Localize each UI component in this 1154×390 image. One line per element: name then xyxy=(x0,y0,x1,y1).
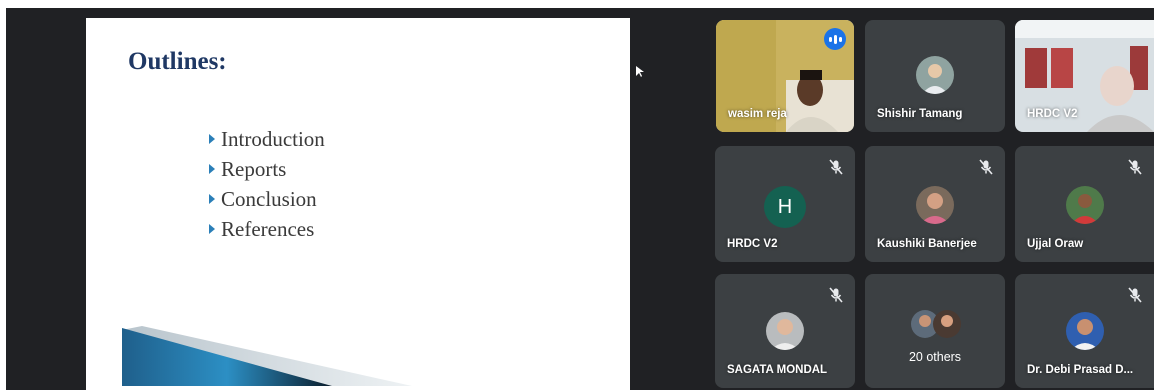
slide-decoration xyxy=(122,326,412,386)
participant-name: wasim reja xyxy=(728,108,787,120)
participant-name: HRDC V2 xyxy=(727,238,778,250)
slide-title: Outlines: xyxy=(128,48,227,75)
meeting-view: Outlines: Introduction Reports Conclusio… xyxy=(6,8,1154,390)
others-count: 20 others xyxy=(908,350,962,364)
slide-bullet: Conclusion xyxy=(209,184,325,214)
participant-tile[interactable]: SAGATA MONDAL xyxy=(715,274,855,388)
slide-bullet: Reports xyxy=(209,154,325,184)
avatar: H xyxy=(764,186,806,228)
avatar xyxy=(1065,186,1104,224)
slide-bullet-list: Introduction Reports Conclusion Referenc… xyxy=(209,124,325,244)
mic-off-icon xyxy=(829,287,843,303)
slide-bullet-text: Conclusion xyxy=(221,187,317,211)
participant-name: Kaushiki Banerjee xyxy=(877,238,977,250)
participant-name: Dr. Debi Prasad D... xyxy=(1027,364,1134,376)
mic-off-icon xyxy=(979,159,993,175)
participant-tile[interactable]: wasim reja xyxy=(716,20,854,132)
participant-tile[interactable]: Shishir Tamang xyxy=(865,20,1005,132)
participant-tile[interactable]: Kaushiki Banerjee xyxy=(865,146,1005,262)
participant-tile[interactable]: HRDC V2 xyxy=(1015,20,1154,132)
participant-name: HRDC V2 xyxy=(1027,108,1078,120)
participant-tile[interactable]: Dr. Debi Prasad D... xyxy=(1015,274,1154,388)
others-avatars xyxy=(911,310,961,338)
triangle-bullet-icon xyxy=(209,164,215,174)
slide-bullet-text: Reports xyxy=(221,157,287,181)
slide-bullet-text: Introduction xyxy=(221,127,325,151)
triangle-bullet-icon xyxy=(209,224,215,234)
mic-off-icon xyxy=(1128,159,1142,175)
avatar xyxy=(766,312,804,350)
participant-tile[interactable]: H HRDC V2 xyxy=(715,146,855,262)
slide-bullet: Introduction xyxy=(209,124,325,154)
participant-tile[interactable]: Ujjal Oraw xyxy=(1015,146,1154,262)
others-tile[interactable]: 20 others xyxy=(865,274,1005,388)
participant-name: Ujjal Oraw xyxy=(1027,238,1084,250)
audio-level-icon xyxy=(824,28,846,50)
triangle-bullet-icon xyxy=(209,194,215,204)
participant-name: SAGATA MONDAL xyxy=(727,364,828,376)
mic-off-icon xyxy=(829,159,843,175)
triangle-bullet-icon xyxy=(209,134,215,144)
participant-name: Shishir Tamang xyxy=(877,108,963,120)
mic-off-icon xyxy=(1128,287,1142,303)
presentation-slide: Outlines: Introduction Reports Conclusio… xyxy=(86,18,630,390)
mouse-cursor-icon xyxy=(636,66,644,77)
avatar xyxy=(916,186,954,224)
avatar xyxy=(916,56,954,94)
slide-bullet-text: References xyxy=(221,217,315,241)
slide-bullet: References xyxy=(209,214,325,244)
avatar xyxy=(1065,312,1104,350)
